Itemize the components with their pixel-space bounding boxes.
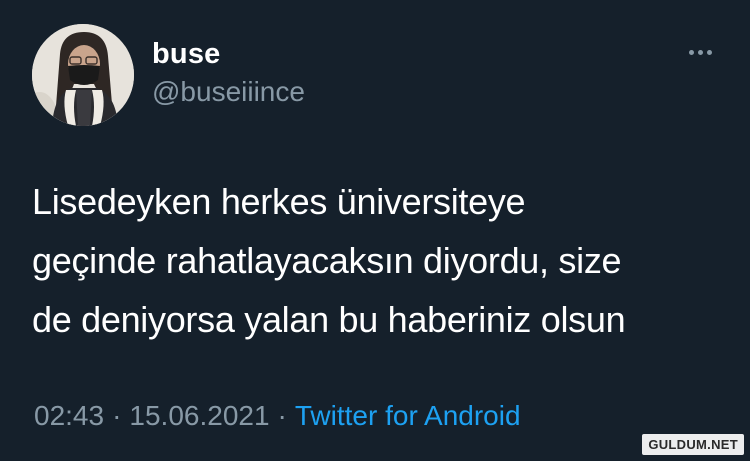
user-handle[interactable]: @buseiiince — [152, 76, 305, 108]
tweet-text: Lisedeyken herkes üniversiteye geçinde r… — [32, 172, 722, 349]
more-horizontal-icon[interactable] — [680, 40, 720, 64]
more-dot — [688, 49, 694, 55]
avatar-photo — [32, 24, 134, 126]
tweet-card: buse @buseiiince Lisedeyken herkes ünive… — [0, 0, 750, 461]
tweet-text-line: geçinde rahatlayacaksın diyordu, size — [32, 240, 622, 281]
tweet-text-line: de deniyorsa yalan bu haberiniz olsun — [32, 299, 626, 340]
tweet-meta: 02:43 · 15.06.2021 · Twitter for Android — [34, 400, 521, 432]
tweet-time[interactable]: 02:43 — [34, 400, 104, 431]
display-name[interactable]: buse — [152, 38, 221, 71]
tweet-text-line: Lisedeyken herkes üniversiteye — [32, 181, 526, 222]
meta-separator: · — [277, 400, 287, 431]
tweet-source-link[interactable]: Twitter for Android — [295, 400, 521, 431]
avatar[interactable] — [32, 24, 134, 126]
meta-separator: · — [112, 400, 122, 431]
watermark: GULDUM.NET — [642, 434, 744, 455]
tweet-date[interactable]: 15.06.2021 — [129, 400, 269, 431]
more-dot — [697, 49, 703, 55]
more-dot — [706, 49, 712, 55]
